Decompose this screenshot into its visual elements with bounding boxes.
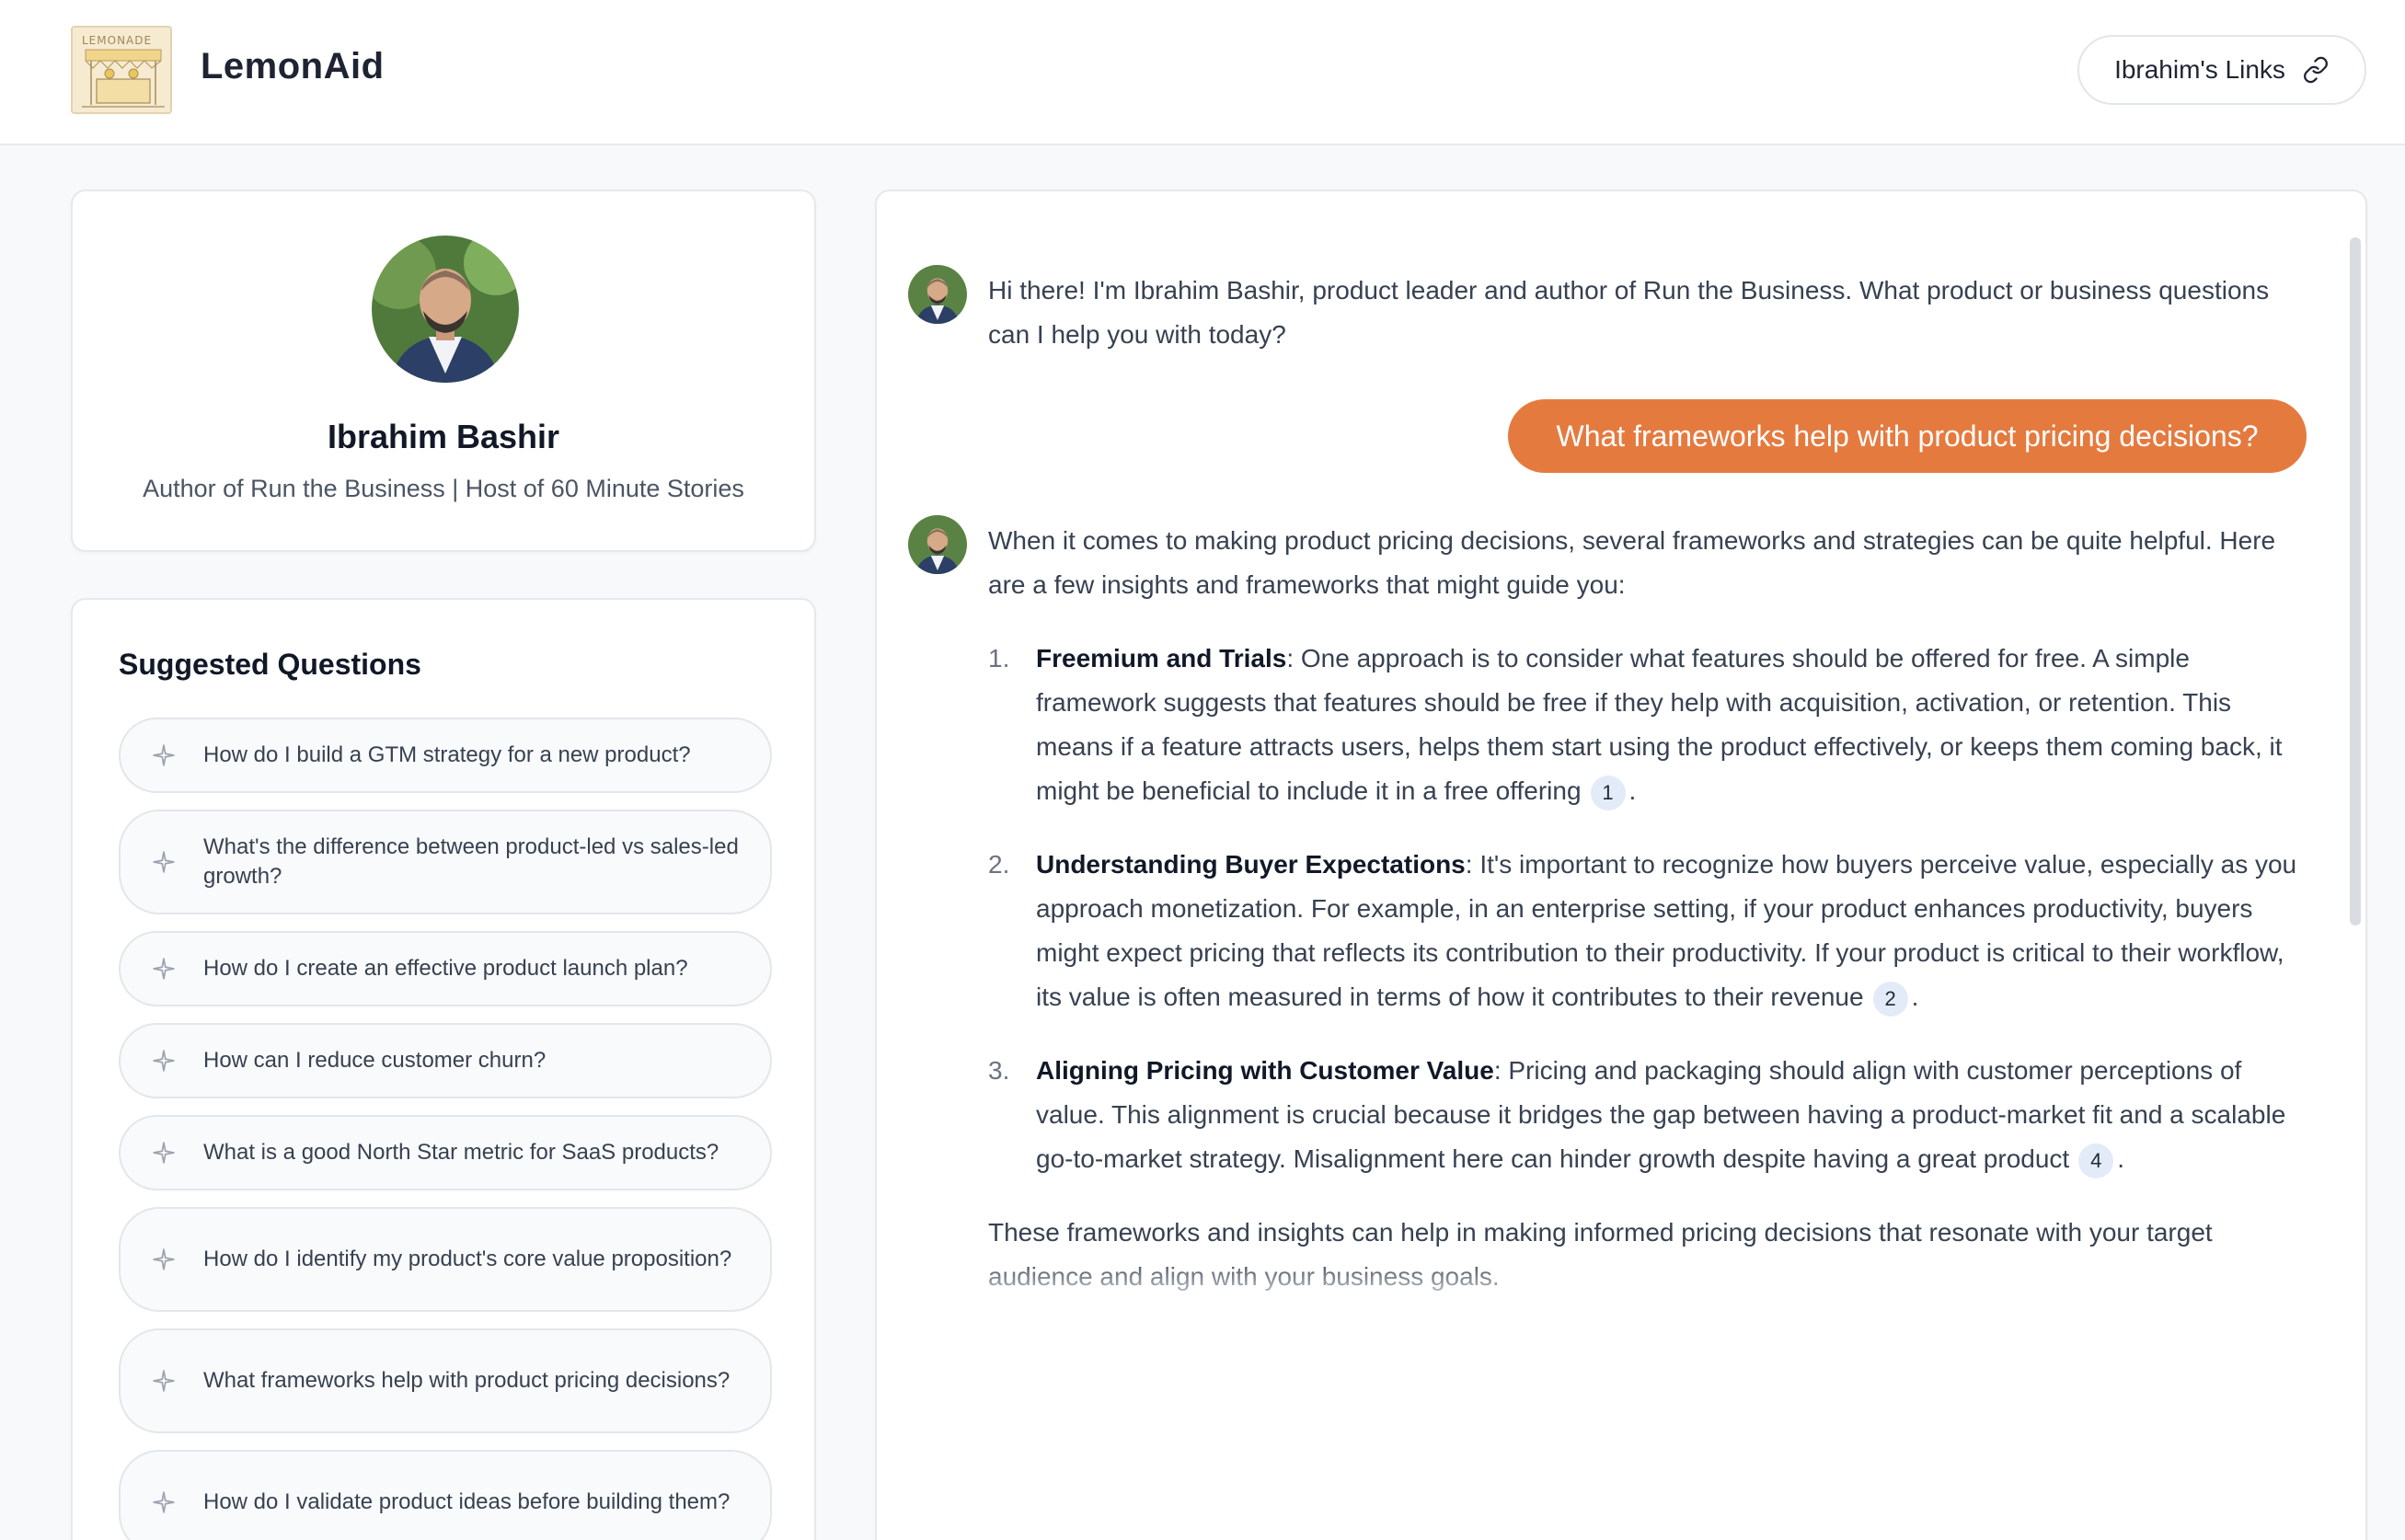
citation-badge[interactable]: 4 [2078,1143,2114,1178]
list-number: 3. [988,1056,1010,1085]
person-photo-icon [372,236,519,383]
list-body: Aligning Pricing with Customer Value: Pr… [1036,1049,2315,1181]
chat-panel[interactable]: Hi there! I'm Ibrahim Bashir, product le… [875,190,2367,1540]
suggested-question-text: What is a good North Star metric for Saa… [203,1140,719,1165]
suggested-question-text: How do I build a GTM strategy for a new … [203,742,691,767]
assistant-answer-intro: When it comes to making product pricing … [988,526,2276,599]
sparkle-icon [153,958,175,980]
suggested-question[interactable]: How do I build a GTM strategy for a new … [119,718,772,793]
list-number: 1. [988,644,1010,672]
answer-list-item: 1. Freemium and Trials: One approach is … [988,637,2313,821]
suggested-questions-card: Suggested Questions How do I build a GTM… [71,598,816,1540]
suggested-question[interactable]: What's the difference between product-le… [119,810,772,914]
logo-drawing-icon: LEMONADE [73,28,170,112]
list-item-title: Aligning Pricing with Customer Value [1036,1056,1494,1085]
links-button-label: Ibrahim's Links [2114,55,2285,84]
profile-avatar [372,236,519,383]
suggested-question-text: What frameworks help with product pricin… [203,1368,731,1393]
sparkle-icon [153,744,175,766]
profile-card: Ibrahim Bashir Author of Run the Busines… [71,190,816,552]
assistant-avatar [908,265,967,324]
suggested-question-text: How can I reduce customer churn? [203,1048,547,1073]
app-title: LemonAid [201,46,385,86]
assistant-greeting: Hi there! I'm Ibrahim Bashir, product le… [988,276,2270,349]
profile-subtitle: Author of Run the Business | Host of 60 … [143,475,744,502]
suggested-question-text: How do I create an effective product lau… [203,956,688,981]
sparkle-icon [153,1050,175,1072]
citation-badge[interactable]: 2 [1872,981,1908,1017]
app-header: LEMONADE LemonAid Ibrahim's Links [0,0,2405,145]
list-body: Freemium and Trials: One approach is to … [1036,637,2315,813]
suggested-question-text: How do I validate product ideas before b… [203,1489,731,1514]
sparkle-icon [153,1142,175,1164]
suggested-question[interactable]: How do I create an effective product lau… [119,931,772,1006]
list-item-title: Freemium and Trials [1036,644,1287,672]
person-photo-icon [908,515,967,574]
list-number: 2. [988,850,1010,879]
suggested-question[interactable]: How can I reduce customer churn? [119,1023,772,1098]
person-photo-icon [908,265,967,324]
links-button[interactable]: Ibrahim's Links [2077,35,2366,105]
sparkle-icon [153,851,175,873]
answer-list-item: 2. Understanding Buyer Expectations: It'… [988,843,2313,1027]
suggested-question[interactable]: What frameworks help with product pricin… [119,1328,772,1433]
suggested-question-text: How do I identify my product's core valu… [203,1247,732,1271]
citation-badge[interactable]: 1 [1590,775,1626,810]
sparkle-icon [153,1491,175,1513]
answer-list-item: 3. Aligning Pricing with Customer Value:… [988,1049,2313,1187]
chat-fade-overlay [877,1258,2365,1332]
assistant-avatar [908,515,967,574]
chat-scrollbar[interactable] [2350,237,2361,925]
link-icon [2304,56,2328,84]
svg-text:LEMONADE: LEMONADE [82,34,152,47]
profile-name: Ibrahim Bashir [327,418,560,455]
list-body: Understanding Buyer Expectations: It's i… [1036,843,2315,1019]
sparkle-icon [153,1248,175,1270]
list-item-title: Understanding Buyer Expectations [1036,850,1466,879]
sparkle-icon [153,1370,175,1392]
suggested-question[interactable]: What is a good North Star metric for Saa… [119,1115,772,1190]
user-message-bubble: What frameworks help with product pricin… [1508,399,2307,473]
suggested-question-text: What's the difference between product-le… [203,834,739,889]
lemonade-stand-logo[interactable]: LEMONADE [71,26,172,114]
suggested-question[interactable]: How do I validate product ideas before b… [119,1450,772,1540]
suggested-question[interactable]: How do I identify my product's core valu… [119,1207,772,1312]
suggested-questions-title: Suggested Questions [119,648,421,681]
